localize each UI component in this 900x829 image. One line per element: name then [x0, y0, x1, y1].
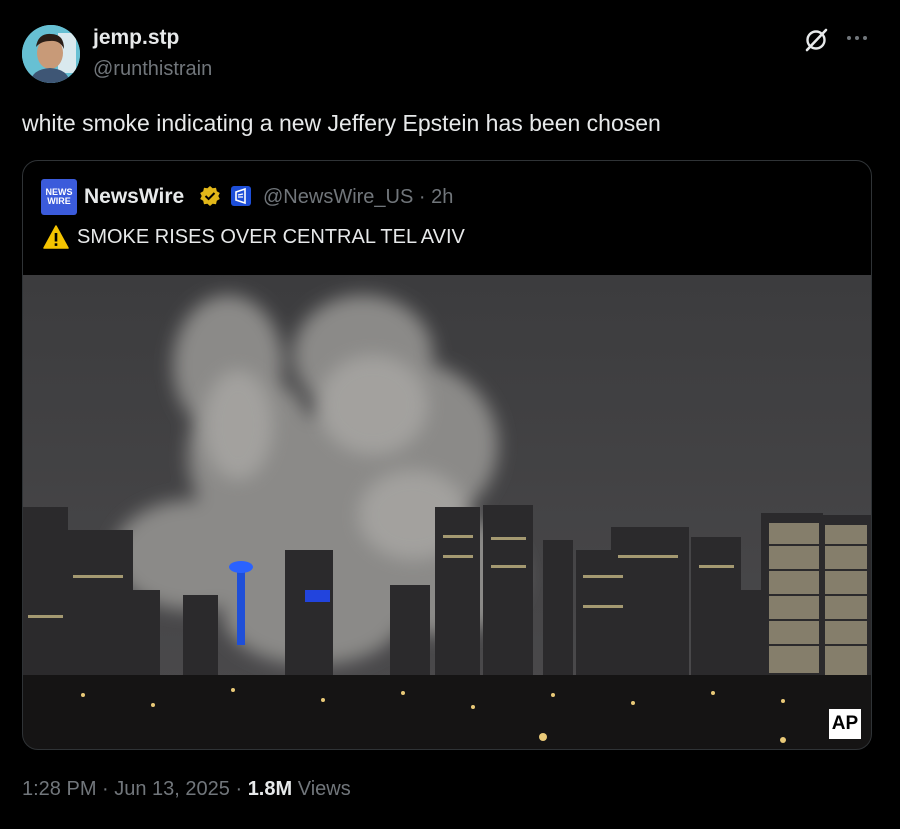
- quote-handle-time[interactable]: @NewsWire_US · 2h: [263, 186, 453, 209]
- views-count: 1.8M: [247, 778, 293, 800]
- warning-icon: [43, 225, 69, 249]
- verified-badge-icon: [199, 185, 221, 207]
- author-display-name[interactable]: jemp.stp: [93, 26, 179, 50]
- ap-watermark: AP: [829, 709, 861, 739]
- quote-author-avatar[interactable]: NEWS WIRE: [41, 179, 77, 215]
- author-handle[interactable]: @runthistrain: [93, 58, 212, 81]
- grok-icon[interactable]: [803, 27, 829, 53]
- quote-text: SMOKE RISES OVER CENTRAL TEL AVIV: [77, 226, 465, 248]
- timestamp[interactable]: 1:28 PM · Jun 13, 2025 ·: [22, 778, 248, 800]
- more-icon[interactable]: [845, 26, 869, 50]
- tweet-text: white smoke indicating a new Jeffery Eps…: [22, 110, 661, 136]
- affiliate-badge-icon[interactable]: [231, 186, 251, 206]
- views-label: Views: [292, 778, 351, 800]
- logo-line-2: WIRE: [47, 196, 71, 206]
- quote-photo[interactable]: [23, 275, 871, 749]
- quote-author-name[interactable]: NewsWire: [84, 185, 184, 209]
- quote-tweet-card[interactable]: NEWS WIRE NewsWire @NewsWire_US · 2h SMO…: [22, 160, 872, 750]
- tweet-metadata: 1:28 PM · Jun 13, 2025 · 1.8M Views: [22, 778, 351, 801]
- author-avatar[interactable]: [22, 25, 80, 83]
